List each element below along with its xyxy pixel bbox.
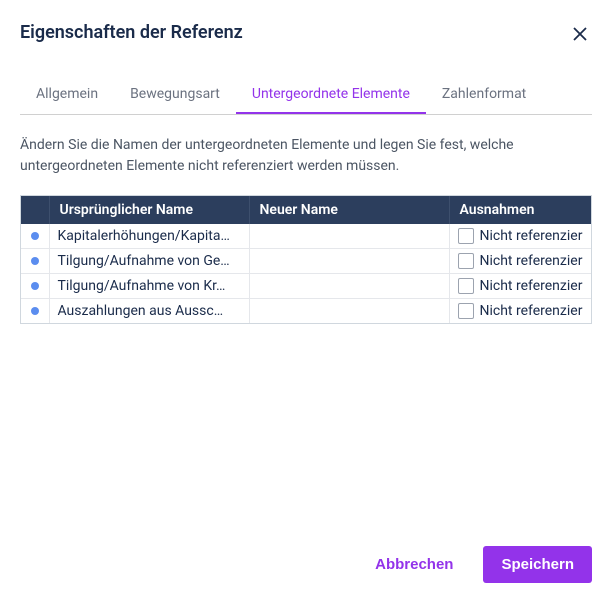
tab-untergeordnete-elemente[interactable]: Untergeordnete Elemente bbox=[236, 76, 426, 114]
close-icon bbox=[573, 27, 587, 41]
new-name-cell[interactable] bbox=[249, 249, 449, 274]
column-header-bullet bbox=[21, 196, 49, 224]
bullet-icon bbox=[31, 257, 39, 265]
new-name-cell[interactable] bbox=[249, 274, 449, 299]
exception-checkbox[interactable] bbox=[458, 278, 474, 294]
original-name-cell[interactable]: Tilgung/Aufnahme von Ge… bbox=[49, 249, 249, 274]
row-bullet-cell bbox=[21, 274, 49, 299]
children-table: Ursprünglicher Name Neuer Name Ausnahmen… bbox=[20, 195, 592, 324]
row-bullet-cell bbox=[21, 299, 49, 324]
exception-checkbox[interactable] bbox=[458, 253, 474, 269]
tab-zahlenformat[interactable]: Zahlenformat bbox=[426, 76, 542, 114]
table-row: Tilgung/Aufnahme von Ge… Nicht referenzi… bbox=[21, 249, 591, 274]
original-name-cell[interactable]: Kapitalerhöhungen/Kapita… bbox=[49, 224, 249, 249]
exception-label: Nicht referenzier bbox=[480, 278, 583, 294]
close-button[interactable] bbox=[568, 22, 592, 46]
table-row: Tilgung/Aufnahme von Kr… Nicht referenzi… bbox=[21, 274, 591, 299]
original-name-cell[interactable]: Auszahlungen aus Aussc… bbox=[49, 299, 249, 324]
exception-cell: Nicht referenzier bbox=[449, 224, 591, 249]
reference-properties-dialog: Eigenschaften der Referenz Allgemein Bew… bbox=[0, 0, 612, 603]
column-header-new-name: Neuer Name bbox=[249, 196, 449, 224]
tabs: Allgemein Bewegungsart Untergeordnete El… bbox=[20, 76, 592, 115]
cancel-button[interactable]: Abbrechen bbox=[357, 546, 471, 583]
row-bullet-cell bbox=[21, 224, 49, 249]
dialog-header: Eigenschaften der Referenz bbox=[20, 22, 592, 46]
new-name-cell[interactable] bbox=[249, 299, 449, 324]
original-name-cell[interactable]: Tilgung/Aufnahme von Kr… bbox=[49, 274, 249, 299]
exception-cell: Nicht referenzier bbox=[449, 249, 591, 274]
exception-cell: Nicht referenzier bbox=[449, 299, 591, 324]
exception-checkbox[interactable] bbox=[458, 228, 474, 244]
table-row: Kapitalerhöhungen/Kapita… Nicht referenz… bbox=[21, 224, 591, 249]
tab-bewegungsart[interactable]: Bewegungsart bbox=[114, 76, 236, 114]
column-header-exceptions: Ausnahmen bbox=[449, 196, 591, 224]
save-button[interactable]: Speichern bbox=[483, 546, 592, 583]
column-header-original-name: Ursprünglicher Name bbox=[49, 196, 249, 224]
dialog-footer: Abbrechen Speichern bbox=[20, 530, 592, 583]
exception-checkbox[interactable] bbox=[458, 303, 474, 319]
exception-label: Nicht referenzier bbox=[480, 303, 583, 319]
exception-cell: Nicht referenzier bbox=[449, 274, 591, 299]
bullet-icon bbox=[31, 282, 39, 290]
bullet-icon bbox=[31, 307, 39, 315]
bullet-icon bbox=[31, 232, 39, 240]
exception-label: Nicht referenzier bbox=[480, 253, 583, 269]
new-name-cell[interactable] bbox=[249, 224, 449, 249]
tab-description: Ändern Sie die Namen der untergeordneten… bbox=[20, 135, 592, 177]
exception-label: Nicht referenzier bbox=[480, 228, 583, 244]
row-bullet-cell bbox=[21, 249, 49, 274]
dialog-title: Eigenschaften der Referenz bbox=[20, 22, 243, 43]
table-row: Auszahlungen aus Aussc… Nicht referenzie… bbox=[21, 299, 591, 324]
tab-allgemein[interactable]: Allgemein bbox=[20, 76, 114, 114]
